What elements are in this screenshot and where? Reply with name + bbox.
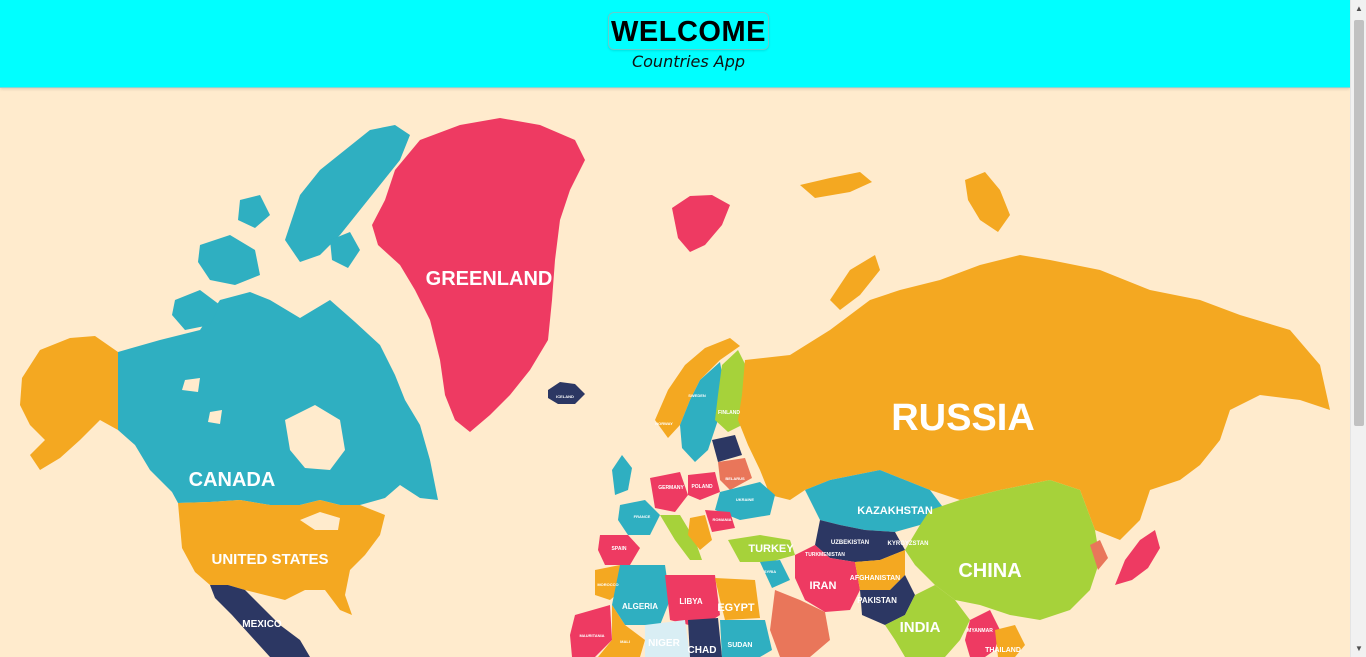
scroll-thumb[interactable] bbox=[1354, 20, 1364, 426]
label-chad: CHAD bbox=[688, 645, 717, 656]
label-uzbekistan: UZBEKISTAN bbox=[831, 540, 869, 546]
app-subtitle: Countries App bbox=[631, 52, 746, 71]
label-romania: ROMANIA bbox=[712, 517, 731, 522]
label-canada: CANADA bbox=[189, 469, 276, 491]
country-algeria[interactable] bbox=[612, 565, 670, 625]
country-baltics[interactable] bbox=[712, 435, 742, 462]
canada-lake bbox=[208, 410, 222, 424]
label-turkey: TURKEY bbox=[748, 543, 794, 555]
label-poland: POLAND bbox=[691, 484, 713, 490]
label-finland: FINLAND bbox=[718, 410, 740, 416]
country-canada[interactable] bbox=[118, 125, 438, 505]
page-scrollbar[interactable]: ▲ ▼ bbox=[1350, 0, 1366, 657]
label-greenland: GREENLAND bbox=[426, 268, 553, 290]
label-turkmenistan: TURKMENISTAN bbox=[805, 552, 845, 558]
label-thailand: THAILAND bbox=[985, 647, 1021, 654]
label-pakistan: PAKISTAN bbox=[857, 596, 897, 605]
label-india: INDIA bbox=[900, 619, 941, 636]
label-algeria: ALGERIA bbox=[622, 602, 658, 611]
world-map-svg: GREENLAND CANADA UNITED STATES MEXICO RU… bbox=[20, 118, 1330, 657]
label-china: CHINA bbox=[958, 560, 1021, 582]
label-sudan: SUDAN bbox=[728, 642, 753, 649]
label-syria: SYRIA bbox=[764, 569, 776, 574]
page-title: WELCOME bbox=[611, 16, 766, 48]
country-iceland[interactable] bbox=[548, 382, 585, 404]
label-niger: NIGER bbox=[648, 638, 680, 649]
label-belarus: BELARUS bbox=[725, 476, 745, 481]
label-mexico: MEXICO bbox=[242, 619, 282, 630]
country-uk[interactable] bbox=[612, 455, 632, 495]
label-norway: NORWAY bbox=[655, 421, 673, 426]
country-belarus[interactable] bbox=[718, 458, 752, 490]
label-france: FRANCE bbox=[634, 514, 651, 519]
label-kazakhstan: KAZAKHSTAN bbox=[857, 505, 933, 517]
label-germany: GERMANY bbox=[658, 485, 684, 491]
label-spain: SPAIN bbox=[612, 546, 627, 552]
label-afghanistan: AFGHANISTAN bbox=[850, 575, 900, 582]
label-sweden: SWEDEN bbox=[688, 393, 706, 398]
country-alaska[interactable] bbox=[20, 336, 118, 470]
label-morocco: MOROCCO bbox=[597, 582, 618, 587]
label-iceland: ICELAND bbox=[556, 394, 574, 399]
app-header: WELCOME Countries App bbox=[0, 0, 1350, 88]
label-ukraine: UKRAINE bbox=[736, 497, 755, 502]
label-russia: RUSSIA bbox=[891, 397, 1035, 439]
world-map: GREENLAND CANADA UNITED STATES MEXICO RU… bbox=[0, 89, 1350, 657]
label-mali: MALI bbox=[620, 639, 630, 644]
country-germany[interactable] bbox=[650, 472, 688, 512]
russia-arctic-island bbox=[965, 172, 1010, 232]
scroll-up-arrow-icon[interactable]: ▲ bbox=[1351, 0, 1366, 17]
svalbard-island bbox=[672, 195, 730, 252]
label-egypt: EGYPT bbox=[717, 602, 755, 614]
label-kyrgyzstan: KYRGYZSTAN bbox=[888, 541, 929, 547]
scroll-down-arrow-icon[interactable]: ▼ bbox=[1351, 640, 1366, 657]
label-iran: IRAN bbox=[810, 580, 837, 592]
label-libya: LIBYA bbox=[679, 597, 702, 606]
welcome-title-box: WELCOME bbox=[608, 12, 769, 50]
country-sudan[interactable] bbox=[720, 620, 772, 657]
label-mauritania: MAURITANIA bbox=[579, 633, 604, 638]
label-myanmar: MYANMAR bbox=[967, 628, 993, 634]
russia-arctic-island bbox=[800, 172, 872, 198]
label-united-states: UNITED STATES bbox=[212, 551, 329, 568]
country-syria[interactable] bbox=[760, 560, 790, 588]
